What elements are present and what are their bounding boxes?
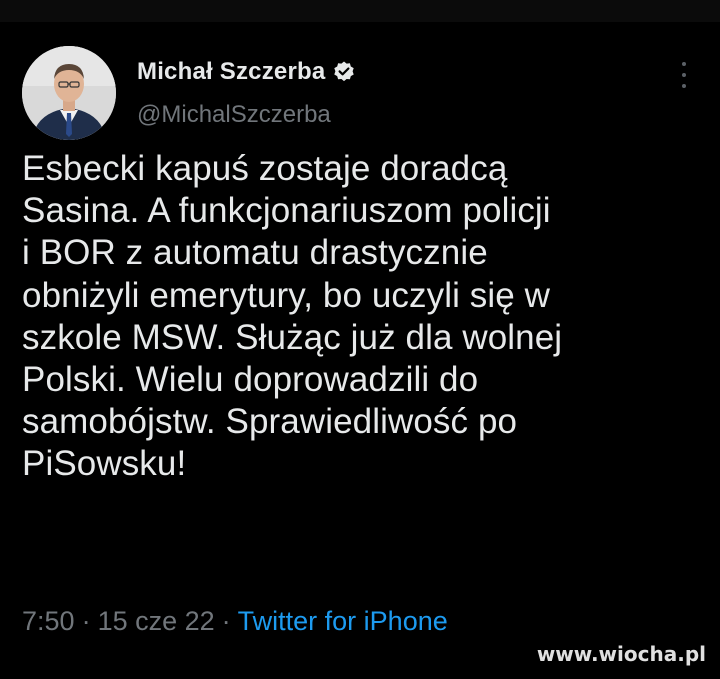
site-watermark: www.wiocha.pl [536, 642, 706, 666]
meta-separator: · [81, 606, 91, 636]
avatar-photo-icon [22, 46, 116, 140]
more-options-icon[interactable] [676, 62, 692, 88]
author-name-row[interactable]: Michał Szczerba [137, 57, 356, 87]
tweet-metadata: 7:50 · 15 cze 22 · Twitter for iPhone [22, 606, 448, 637]
verified-badge-icon [332, 60, 356, 84]
meta-separator: · [221, 606, 231, 636]
tweet-time[interactable]: 7:50 [22, 606, 75, 636]
tweet-source-link[interactable]: Twitter for iPhone [238, 606, 448, 636]
top-status-band [0, 0, 720, 22]
tweet-text: Esbecki kapuś zostaje doradcą Sasina. A … [22, 149, 563, 484]
more-dot [682, 84, 686, 88]
author-handle[interactable]: @MichalSzczerba [137, 101, 331, 129]
more-dot [682, 62, 686, 66]
author-display-name[interactable]: Michał Szczerba [137, 58, 325, 86]
tweet-date[interactable]: 15 cze 22 [98, 606, 215, 636]
more-dot [682, 73, 686, 77]
avatar[interactable] [22, 46, 116, 140]
